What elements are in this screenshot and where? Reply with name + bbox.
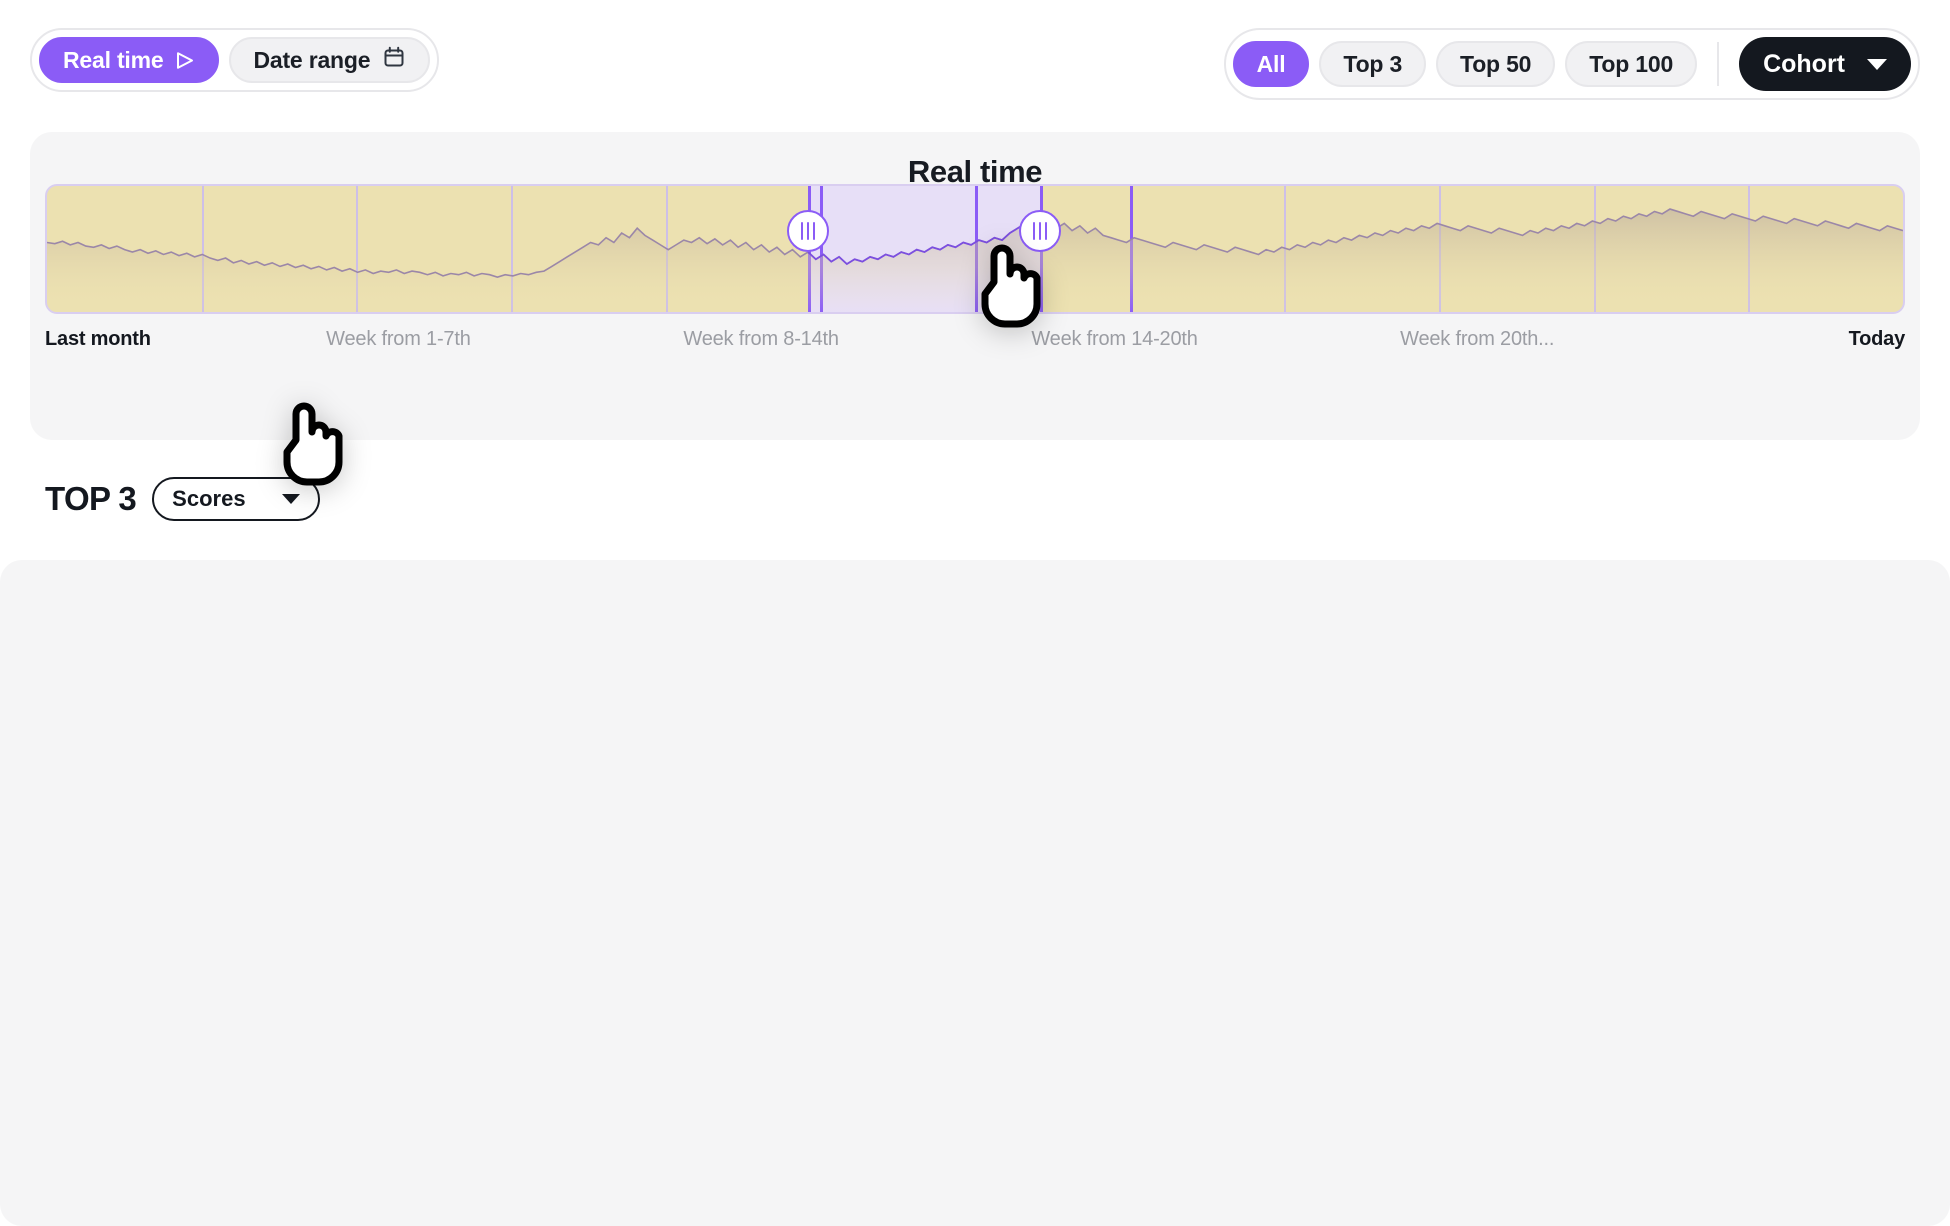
chevron-down-icon (1867, 58, 1887, 70)
filter-top-100[interactable]: Top 100 (1565, 41, 1698, 87)
filter-top-3[interactable]: Top 3 (1319, 41, 1427, 87)
filter-all[interactable]: All (1232, 41, 1310, 87)
range-handle-left[interactable] (786, 210, 829, 252)
timeline-axis-labels: Last month Week from 1-7th Week from 8-14t… (45, 328, 1905, 358)
filter-all-label: All (1256, 50, 1286, 77)
calendar-icon (382, 45, 406, 75)
range-handle-right[interactable] (1019, 210, 1062, 252)
axis-tick-label: Week from 8-14th (683, 328, 839, 350)
results-panel (0, 560, 1950, 1226)
realtime-tab[interactable]: Real time (39, 37, 220, 83)
cohort-label: Cohort (1763, 49, 1845, 78)
top-toolbar: Real time Date range All Top 3 Top 50 To… (0, 0, 1950, 108)
filter-top-50-label: Top 50 (1460, 50, 1532, 77)
axis-tick-label: Week from 1-7th (326, 328, 471, 350)
date-range-label: Date range (253, 46, 371, 73)
toolbar-divider (1717, 42, 1720, 86)
realtime-label: Real time (63, 46, 164, 73)
axis-tick-label: Last month (45, 328, 151, 350)
top3-section-header: TOP 3 Scores (45, 477, 321, 521)
scores-dropdown[interactable]: Scores (152, 477, 321, 521)
date-range-tab[interactable]: Date range (229, 37, 431, 83)
cohort-filter-segmented-control: All Top 3 Top 50 Top 100 Cohort (1223, 28, 1920, 100)
axis-tick-label: Week from 20th... (1400, 328, 1555, 350)
cohort-dropdown[interactable]: Cohort (1739, 37, 1911, 91)
filter-top-3-label: Top 3 (1343, 50, 1403, 77)
app-root: Real time Date range All Top 3 Top 50 To… (0, 0, 1950, 1226)
play-icon (175, 51, 195, 70)
timeline-range-slider[interactable] (45, 184, 1905, 314)
chart-title: Real time (907, 154, 1043, 189)
realtime-chart-card: Real time Last month Week from 1-7th Wee… (30, 132, 1920, 440)
axis-tick-label: Week from 14-20th (1031, 328, 1198, 350)
scores-dropdown-value: Scores (172, 486, 246, 511)
sparkline-area-chart (47, 208, 1903, 312)
filter-top-50[interactable]: Top 50 (1436, 41, 1556, 87)
chevron-down-icon (282, 494, 301, 504)
timeline-plot[interactable] (45, 184, 1905, 314)
filter-top-100-label: Top 100 (1589, 50, 1674, 77)
mode-segmented-control: Real time Date range (30, 28, 440, 92)
top3-title: TOP 3 (45, 480, 137, 517)
axis-tick-label: Today (1848, 328, 1906, 350)
